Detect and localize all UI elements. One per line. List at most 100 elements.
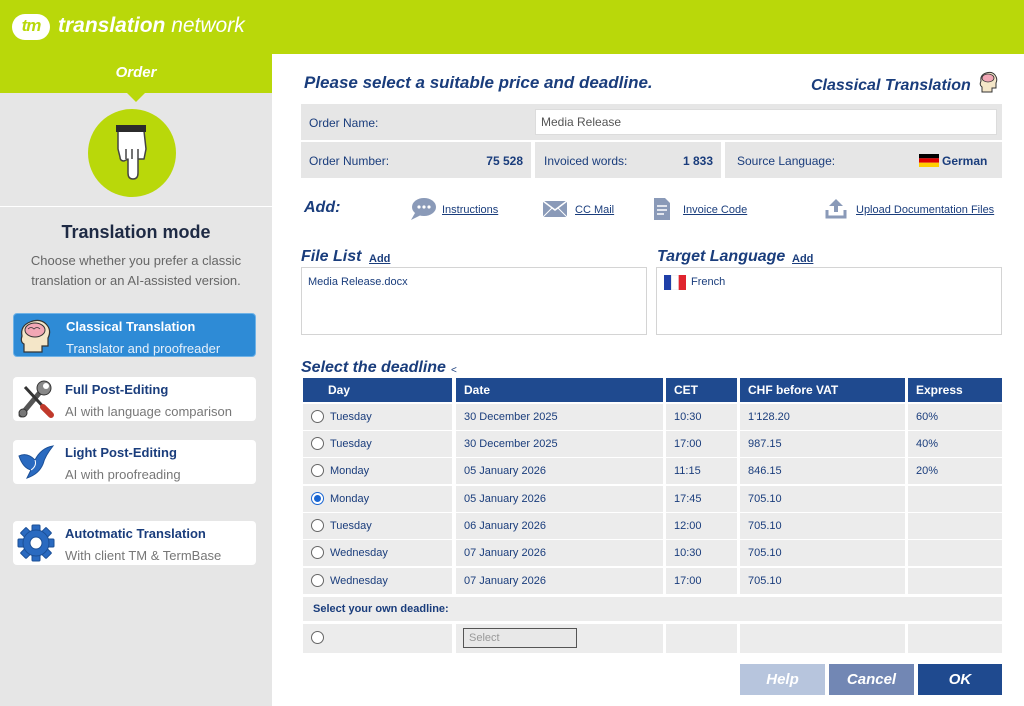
own-deadline-row[interactable] — [303, 624, 1002, 653]
own-deadline-radio[interactable] — [311, 631, 324, 644]
table-row[interactable]: Tuesday 30 December 2025 17:00 987.15 40… — [303, 431, 1002, 458]
upload-icon[interactable] — [825, 197, 847, 219]
date-cell: 30 December 2025 — [456, 431, 663, 457]
order-tab[interactable]: Order — [0, 54, 272, 93]
chf-cell: 705.10 — [740, 513, 905, 539]
target-language-item[interactable]: French — [691, 276, 725, 288]
invoice-document-icon[interactable] — [652, 197, 672, 221]
page-title: Please select a suitable price and deadl… — [304, 73, 653, 92]
mode-title-label: Full Post-Editing — [65, 382, 169, 397]
bird-icon — [15, 442, 57, 482]
invoiced-words-label: Invoiced words: — [544, 154, 628, 168]
ok-button[interactable]: OK — [918, 664, 1002, 695]
express-cell: 40% — [908, 431, 1002, 457]
cet-cell: 11:15 — [666, 458, 737, 484]
table-row[interactable]: Wednesday 07 January 2026 17:00 705.10 — [303, 568, 1002, 595]
date-cell: 05 January 2026 — [456, 486, 663, 512]
mode-light-post-editing[interactable]: Light Post-Editing AI with proofreading — [13, 440, 256, 484]
day-cell: Wednesday — [303, 540, 452, 566]
mail-icon[interactable] — [542, 200, 568, 218]
brand-name-light: network — [171, 14, 245, 37]
mode-automatic-translation[interactable]: Autotmatic Translation With client TM & … — [13, 521, 256, 565]
gear-icon — [15, 523, 57, 563]
selected-mode-label: Classical Translation — [811, 77, 971, 94]
header-chf: CHF before VAT — [740, 378, 905, 402]
order-name-input[interactable]: Media Release — [535, 109, 997, 135]
pointing-hand-icon — [88, 109, 176, 197]
invoiced-words-value: 1 833 — [682, 154, 713, 168]
own-deadline-chf-cell — [740, 624, 905, 653]
day-cell: Monday — [303, 458, 452, 484]
date-cell: 05 January 2026 — [456, 458, 663, 484]
instructions-link[interactable]: Instructions — [442, 204, 498, 216]
table-row[interactable]: Monday 05 January 2026 17:45 705.10 — [303, 486, 1002, 513]
table-row[interactable]: Tuesday 06 January 2026 12:00 705.10 — [303, 513, 1002, 540]
logo-mark: tm — [21, 16, 42, 35]
add-label: Add: — [304, 199, 341, 216]
chf-cell: 987.15 — [740, 431, 905, 457]
header-express: Express — [908, 378, 1002, 402]
file-list-add-link[interactable]: Add — [369, 253, 390, 265]
order-number-value: 75 528 — [486, 154, 523, 168]
chat-bubble-icon[interactable] — [409, 197, 437, 221]
express-cell — [908, 513, 1002, 539]
express-cell — [908, 540, 1002, 566]
target-language-box: French — [656, 267, 1002, 335]
day-cell: Tuesday — [303, 431, 452, 457]
own-deadline-label: Select your own deadline: — [303, 597, 1002, 621]
chf-cell: 846.15 — [740, 458, 905, 484]
cet-cell: 17:00 — [666, 568, 737, 594]
table-row[interactable]: Wednesday 07 January 2026 10:30 705.10 — [303, 540, 1002, 567]
cc-mail-link[interactable]: CC Mail — [575, 204, 614, 216]
day-cell: Wednesday — [303, 568, 452, 594]
header-cet: CET — [666, 378, 737, 402]
logo-icon[interactable]: tm — [12, 14, 50, 40]
cet-cell: 12:00 — [666, 513, 737, 539]
deadline-radio-selected[interactable] — [311, 492, 324, 505]
day-label: Tuesday — [330, 438, 372, 450]
deadline-radio[interactable] — [311, 437, 324, 450]
express-cell — [908, 568, 1002, 594]
mode-full-post-editing[interactable]: Full Post-Editing AI with language compa… — [13, 377, 256, 421]
mode-title: Translation mode — [61, 222, 211, 242]
file-list-item[interactable]: Media Release.docx — [308, 276, 408, 288]
order-number-label: Order Number: — [309, 154, 390, 168]
order-name-label: Order Name: — [309, 116, 379, 130]
file-list-box: Media Release.docx — [301, 267, 647, 335]
deadline-collapse-marker[interactable]: < — [451, 365, 457, 376]
mode-classical-translation[interactable]: Classical Translation Translator and pro… — [13, 313, 256, 357]
cet-cell: 17:45 — [666, 486, 737, 512]
mode-subtitle-label: AI with language comparison — [65, 404, 232, 419]
header-day: Day — [303, 378, 452, 402]
deadline-radio[interactable] — [311, 574, 324, 587]
own-deadline-radio-cell — [303, 624, 452, 653]
day-cell: Monday — [303, 486, 452, 512]
mode-subtitle-label: AI with proofreading — [65, 467, 181, 482]
deadline-radio[interactable] — [311, 519, 324, 532]
mode-title-label: Light Post-Editing — [65, 445, 177, 460]
table-row[interactable]: Tuesday 30 December 2025 10:30 1'128.20 … — [303, 404, 1002, 431]
mode-description: Choose whether you prefer a classic tran… — [30, 253, 242, 288]
order-name-row: Order Name: Media Release — [301, 104, 1002, 140]
table-row[interactable]: Monday 05 January 2026 11:15 846.15 20% — [303, 458, 1002, 485]
day-cell: Tuesday — [303, 513, 452, 539]
target-language-add-link[interactable]: Add — [792, 253, 813, 265]
help-button[interactable]: Help — [740, 664, 825, 695]
deadline-radio[interactable] — [311, 464, 324, 477]
own-deadline-cet-cell — [666, 624, 737, 653]
cet-cell: 17:00 — [666, 431, 737, 457]
order-tab-notch — [126, 92, 146, 102]
deadline-radio[interactable] — [311, 410, 324, 423]
cancel-button[interactable]: Cancel — [829, 664, 914, 695]
source-language-value: German — [942, 154, 988, 168]
deadline-title: Select the deadline — [301, 359, 446, 376]
upload-documentation-link[interactable]: Upload Documentation Files — [856, 204, 994, 216]
date-cell: 06 January 2026 — [456, 513, 663, 539]
invoice-code-link[interactable]: Invoice Code — [683, 204, 747, 216]
brand-name-bold: translation — [58, 14, 166, 37]
mode-title-label: Classical Translation — [66, 319, 196, 334]
target-language-title: Target Language — [657, 248, 786, 265]
express-cell: 60% — [908, 404, 1002, 430]
deadline-radio[interactable] — [311, 546, 324, 559]
own-deadline-select[interactable]: Select — [463, 628, 577, 648]
